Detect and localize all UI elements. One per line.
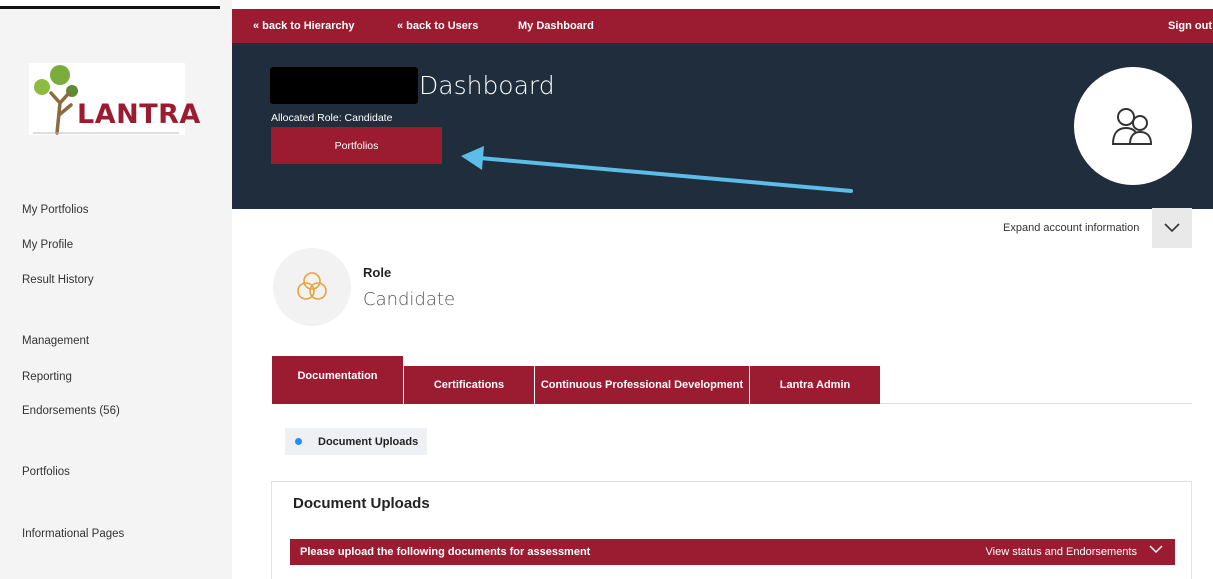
sidebar-item-portfolios[interactable]: Portfolios — [22, 466, 70, 478]
expand-account-info-link[interactable]: Expand account information — [1003, 222, 1139, 234]
portfolios-button[interactable]: Portfolios — [271, 127, 442, 164]
sidebar-item-my-profile[interactable]: My Profile — [22, 239, 73, 251]
top-edge-artifact — [0, 0, 220, 9]
venn-circles-icon — [297, 272, 327, 300]
top-nav-bar: « back to Hierarchy « back to Users My D… — [232, 9, 1213, 43]
view-status-link[interactable]: View status and Endorsements — [986, 546, 1137, 558]
panel-title: Document Uploads — [293, 495, 430, 512]
upload-instructions-text: Please upload the following documents fo… — [300, 546, 591, 558]
tab-lantra-admin[interactable]: Lantra Admin — [750, 366, 880, 404]
back-to-hierarchy-link[interactable]: « back to Hierarchy — [253, 20, 355, 32]
role-value: Candidate — [363, 289, 456, 310]
sidebar-item-my-portfolios[interactable]: My Portfolios — [22, 204, 88, 216]
sidebar-item-management[interactable]: Management — [22, 335, 89, 347]
back-to-users-link[interactable]: « back to Users — [397, 20, 478, 32]
upload-instructions-bar[interactable]: Please upload the following documents fo… — [290, 539, 1175, 565]
sidebar-item-result-history[interactable]: Result History — [22, 274, 94, 286]
document-uploads-panel: Document Uploads Please upload the follo… — [271, 481, 1192, 579]
role-label: Role — [363, 265, 392, 280]
tab-cpd[interactable]: Continuous Professional Development — [535, 366, 749, 404]
subtab-label: Document Uploads — [318, 435, 419, 448]
chevron-down-icon — [1164, 223, 1180, 233]
active-dot-icon — [295, 438, 302, 445]
sidebar: LANTRA My Portfolios My Profile Result H… — [0, 0, 232, 579]
allocated-role-text: Allocated Role: Candidate — [271, 112, 393, 124]
sidebar-item-endorsements[interactable]: Endorsements (56) — [22, 405, 120, 417]
page-title: Dashboard — [419, 71, 555, 100]
chevron-down-icon[interactable] — [1149, 545, 1163, 554]
redacted-username — [270, 67, 418, 104]
sidebar-item-informational-pages[interactable]: Informational Pages — [22, 528, 124, 540]
dashboard-header: Dashboard Allocated Role: Candidate Port… — [232, 43, 1213, 209]
role-icon-circle — [273, 248, 351, 326]
avatar[interactable] — [1074, 67, 1192, 185]
sign-out-link[interactable]: Sign out — [1168, 20, 1212, 32]
tab-documentation[interactable]: Documentation — [272, 356, 403, 404]
lantra-logo[interactable]: LANTRA — [29, 63, 200, 135]
my-dashboard-link[interactable]: My Dashboard — [518, 20, 594, 32]
tab-certifications[interactable]: Certifications — [404, 366, 534, 404]
expand-account-toggle[interactable] — [1152, 208, 1192, 248]
logo-text: LANTRA — [77, 99, 201, 130]
subtab-document-uploads[interactable]: Document Uploads — [285, 428, 427, 455]
sidebar-item-reporting[interactable]: Reporting — [22, 371, 72, 383]
users-outline-icon — [1111, 108, 1153, 145]
